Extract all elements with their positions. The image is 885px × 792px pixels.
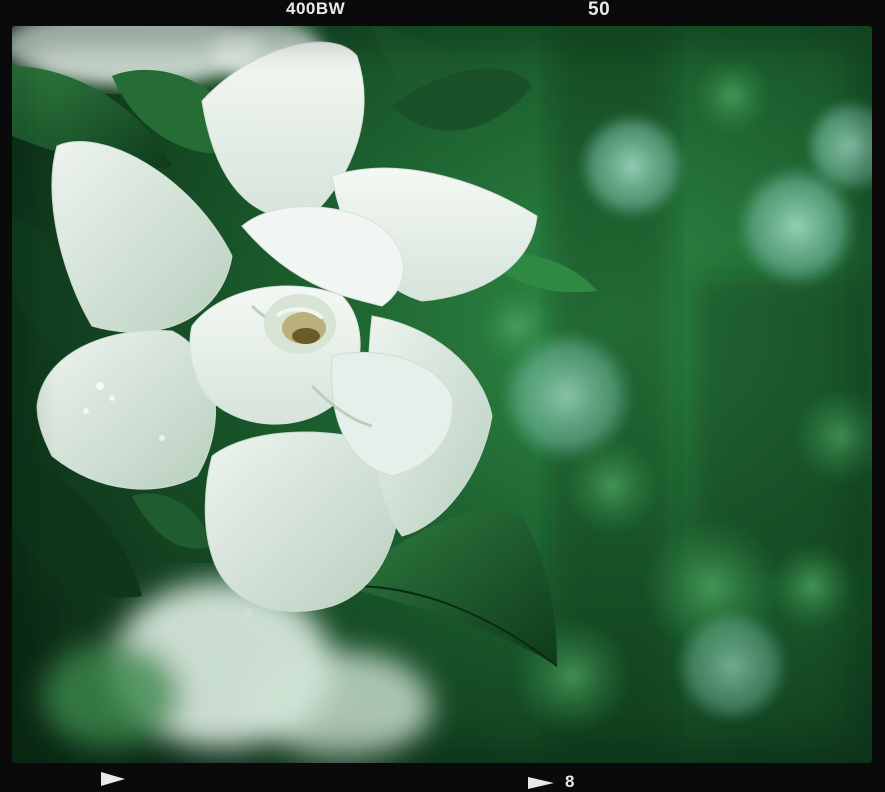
frame-arrow-right-icon [528,777,554,789]
frame-number-bottom: 8 [565,772,575,791]
frame-number-top: 50 [588,0,611,20]
frame-arrow-left-icon [101,772,125,786]
gardenia-photo-svg [12,26,872,763]
film-frame: 400BW 50 8 [0,0,885,791]
film-type-label: 400BW [286,0,346,18]
photo-image [12,26,872,763]
